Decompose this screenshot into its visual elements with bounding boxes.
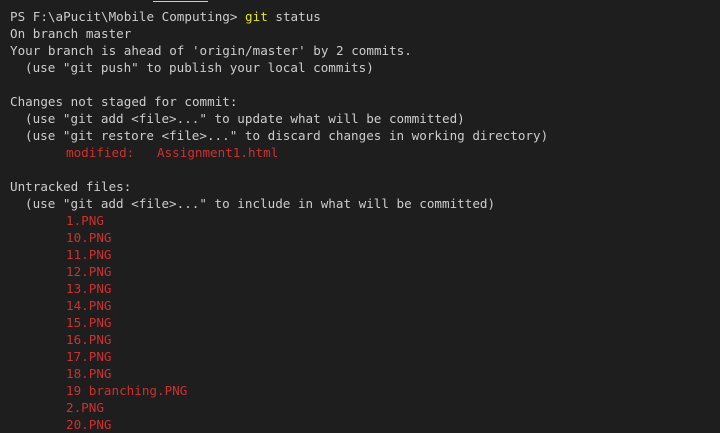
untracked-file-entry: 14.PNG [66,298,112,313]
untracked-file-entry: 1.PNG [66,213,104,228]
push-hint: (use "git push" to publish your local co… [25,60,374,75]
prompt-line: PS F:\aPucit\Mobile Computing> git statu… [10,8,720,25]
untracked-file-entry: 10.PNG [66,230,112,245]
prompt-text: PS F:\aPucit\Mobile Computing> [10,9,246,24]
untracked-file-list: 1.PNG 10.PNG 11.PNG 12.PNG 13.PNG 14.PNG… [10,212,720,433]
not-staged-header: Changes not staged for commit: [10,94,238,109]
untracked-file-entry: 16.PNG [66,332,112,347]
untracked-hint: (use "git add <file>..." to include in w… [25,196,496,211]
command-args: status [267,9,321,24]
untracked-file-entry: 20.PNG [66,417,112,432]
untracked-file-entry: 2.PNG [66,400,104,415]
untracked-file-entry: 15.PNG [66,315,112,330]
terminal-output[interactable]: PS F:\aPucit\Mobile Computing> git statu… [0,0,720,433]
branch-line: On branch master [10,26,132,41]
untracked-file-entry: 11.PNG [66,247,112,262]
untracked-file-entry: 18.PNG [66,366,112,381]
untracked-file-entry: 13.PNG [66,281,112,296]
untracked-header: Untracked files: [10,179,132,194]
modified-file-entry: modified: Assignment1.html [66,145,279,160]
scroll-indicator [153,1,208,2]
command-text: git [245,9,268,24]
untracked-file-entry: 19 branching.PNG [66,383,188,398]
ahead-line: Your branch is ahead of 'origin/master' … [10,43,412,58]
untracked-file-entry: 17.PNG [66,349,112,364]
untracked-file-entry: 12.PNG [66,264,112,279]
not-staged-hint-restore: (use "git restore <file>..." to discard … [25,128,549,143]
not-staged-hint-add: (use "git add <file>..." to update what … [25,111,465,126]
